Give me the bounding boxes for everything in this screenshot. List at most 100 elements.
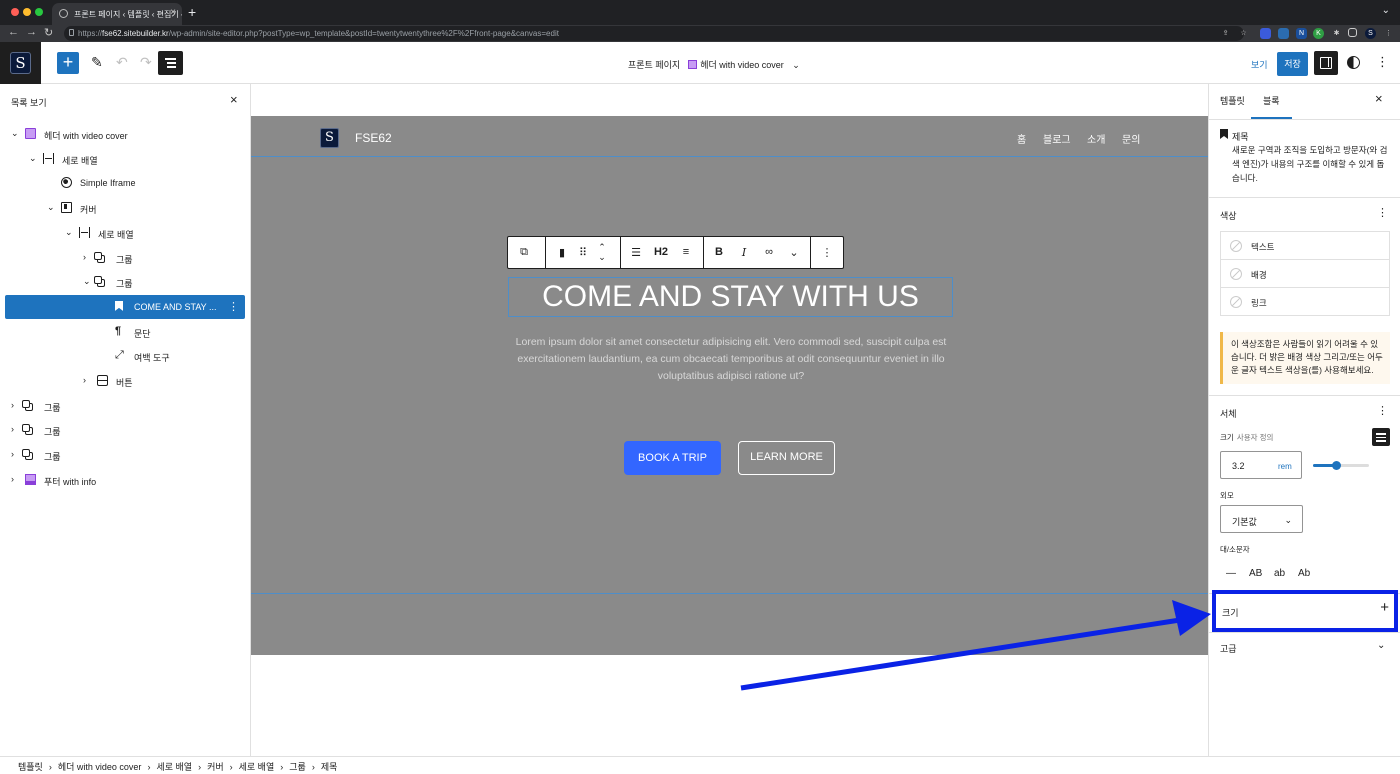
color-background-item[interactable]: 배경: [1221, 260, 1389, 288]
letter-case-capitalize-button[interactable]: Ab: [1298, 568, 1310, 579]
undo-icon[interactable]: ↶: [116, 54, 128, 71]
chevron-right-icon[interactable]: ›: [11, 474, 14, 484]
extension-icon[interactable]: [1278, 28, 1289, 39]
list-view-item[interactable]: Simple Iframe: [0, 171, 251, 195]
text-align-icon[interactable]: ≡: [679, 246, 693, 258]
redo-icon[interactable]: ↷: [140, 54, 152, 71]
list-view-item[interactable]: ⌄ 커버: [0, 196, 251, 220]
nav-item[interactable]: 문의: [1122, 131, 1140, 146]
breadcrumb-item[interactable]: 커버: [207, 762, 224, 772]
bold-icon[interactable]: B: [713, 246, 725, 258]
list-view-item[interactable]: › 그룹: [0, 443, 251, 467]
list-view-item[interactable]: ⌄ 헤더 with video cover: [0, 122, 251, 146]
options-menu-icon[interactable]: ⋮: [1376, 54, 1389, 70]
advanced-panel-title[interactable]: 고급: [1220, 642, 1237, 655]
list-view-item[interactable]: › 그룹: [0, 246, 251, 270]
pencil-icon[interactable]: ✎: [91, 54, 103, 71]
chevron-down-icon[interactable]: ⌄: [83, 276, 91, 287]
dimensions-panel[interactable]: 크기 +: [1212, 590, 1398, 632]
bookmark-star-icon[interactable]: ☆: [1238, 28, 1249, 39]
learn-more-button[interactable]: LEARN MORE: [738, 441, 835, 475]
drag-handle-icon[interactable]: ⠿: [577, 246, 589, 259]
italic-icon[interactable]: I: [738, 246, 750, 259]
window-zoom-dot[interactable]: [35, 8, 43, 16]
extension-icon[interactable]: N: [1296, 28, 1307, 39]
chevron-right-icon[interactable]: ›: [83, 252, 86, 262]
heading-block[interactable]: COME AND STAY WITH US: [508, 277, 953, 317]
list-view-item[interactable]: › 푸터 with info: [0, 468, 251, 492]
site-icon-button[interactable]: S: [0, 42, 41, 84]
breadcrumb-item[interactable]: 헤더 with video cover: [58, 762, 142, 772]
list-view-item[interactable]: ¶ 문단: [0, 320, 251, 344]
forward-icon[interactable]: →: [26, 26, 37, 38]
chevron-right-icon[interactable]: ›: [83, 375, 86, 385]
settings-toggle-button[interactable]: [1314, 51, 1338, 75]
chevron-down-icon[interactable]: ⌄: [11, 128, 19, 139]
close-icon[interactable]: ×: [1375, 91, 1383, 106]
breadcrumb-item[interactable]: 세로 배열: [156, 762, 192, 772]
sidepanel-icon[interactable]: [1348, 28, 1357, 37]
share-icon[interactable]: ⇪: [1220, 28, 1231, 39]
move-up-down-icon[interactable]: ⌃ ⌄: [596, 242, 608, 262]
slider-thumb[interactable]: [1332, 461, 1342, 470]
extension-icon[interactable]: K: [1313, 28, 1324, 39]
breadcrumb-item[interactable]: 세로 배열: [239, 762, 275, 772]
profile-avatar[interactable]: S: [1365, 28, 1376, 39]
letter-case-upper-button[interactable]: AB: [1249, 568, 1262, 579]
cover-block[interactable]: S FSE62 홈 블로그 소개 문의 ⧉ ▮ ⠿ ⌃ ⌄ ☰ H2 ≡ B I …: [251, 116, 1208, 655]
browser-menu-icon[interactable]: ⋮: [1383, 28, 1394, 39]
letter-case-none-button[interactable]: —: [1226, 568, 1236, 579]
site-title[interactable]: FSE62: [355, 131, 392, 145]
list-view-item[interactable]: ⌄ 세로 배열: [0, 221, 251, 245]
window-close-dot[interactable]: [11, 8, 19, 16]
font-size-slider[interactable]: [1313, 461, 1369, 470]
save-button[interactable]: 저장: [1277, 52, 1308, 76]
new-tab-button[interactable]: +: [188, 4, 196, 20]
browser-tab[interactable]: 프론트 페이지 ‹ 템플릿 ‹ 편집기 ‹ F ×: [52, 3, 182, 25]
breadcrumb-item[interactable]: 그룹: [289, 762, 306, 772]
color-options-icon[interactable]: ⋮: [1377, 206, 1388, 219]
list-view-item[interactable]: COME AND STAY ... ⋮: [5, 294, 245, 319]
nav-item[interactable]: 소개: [1087, 131, 1105, 146]
window-minimize-dot[interactable]: [23, 8, 31, 16]
nav-item[interactable]: 블로그: [1043, 131, 1071, 146]
font-size-input[interactable]: 3.2 rem: [1220, 451, 1302, 479]
block-options-icon[interactable]: ⋮: [820, 246, 834, 259]
font-size-unit-select[interactable]: rem: [1278, 462, 1292, 471]
list-view-button[interactable]: [158, 51, 183, 75]
item-options-icon[interactable]: ⋮: [228, 300, 239, 313]
custom-size-toggle-icon[interactable]: [1372, 428, 1390, 446]
url-field[interactable]: https://fse62.sitebuilder.kr/wp-admin/si…: [64, 26, 1244, 41]
tab-template[interactable]: 템플릿: [1220, 94, 1245, 107]
puzzle-icon[interactable]: ✱: [1331, 28, 1342, 39]
list-view-item[interactable]: ⤢ 여백 도구: [0, 344, 251, 368]
paragraph-block[interactable]: Lorem ipsum dolor sit amet consectetur a…: [501, 334, 961, 385]
heading-level-button[interactable]: H2: [652, 246, 670, 258]
chevron-down-icon[interactable]: ⌄: [29, 153, 37, 164]
bookmark-icon[interactable]: ▮: [556, 246, 568, 259]
typography-options-icon[interactable]: ⋮: [1377, 404, 1388, 417]
list-view-item[interactable]: › 그룹: [0, 394, 251, 418]
tab-block[interactable]: 블록: [1263, 94, 1280, 107]
letter-case-lower-button[interactable]: ab: [1274, 568, 1285, 579]
more-formats-chevron-icon[interactable]: ⌄: [788, 246, 800, 259]
chevron-right-icon[interactable]: ›: [11, 424, 14, 434]
block-inserter-button[interactable]: +: [57, 52, 79, 74]
align-icon[interactable]: ☰: [629, 246, 643, 259]
chevron-right-icon[interactable]: ›: [11, 400, 14, 410]
back-icon[interactable]: ←: [8, 26, 19, 38]
chevron-down-icon[interactable]: ⌄: [1377, 640, 1385, 651]
plus-icon[interactable]: +: [1380, 599, 1389, 616]
list-view-item[interactable]: ⌄ 그룹: [0, 270, 251, 294]
close-icon[interactable]: ×: [230, 92, 238, 107]
nav-item[interactable]: 홈: [1017, 131, 1026, 146]
site-logo[interactable]: S: [320, 128, 339, 148]
breadcrumb-item[interactable]: 제목: [321, 762, 338, 772]
color-link-item[interactable]: 링크: [1221, 288, 1389, 316]
appearance-select[interactable]: 기본값 ⌄: [1220, 505, 1303, 533]
list-view-item[interactable]: › 버튼: [0, 369, 251, 393]
chevron-right-icon[interactable]: ›: [11, 449, 14, 459]
reload-icon[interactable]: ↻: [44, 26, 53, 39]
list-view-item[interactable]: ⌄ 세로 배열: [0, 147, 251, 171]
chevron-down-icon[interactable]: ⌄: [47, 202, 55, 213]
